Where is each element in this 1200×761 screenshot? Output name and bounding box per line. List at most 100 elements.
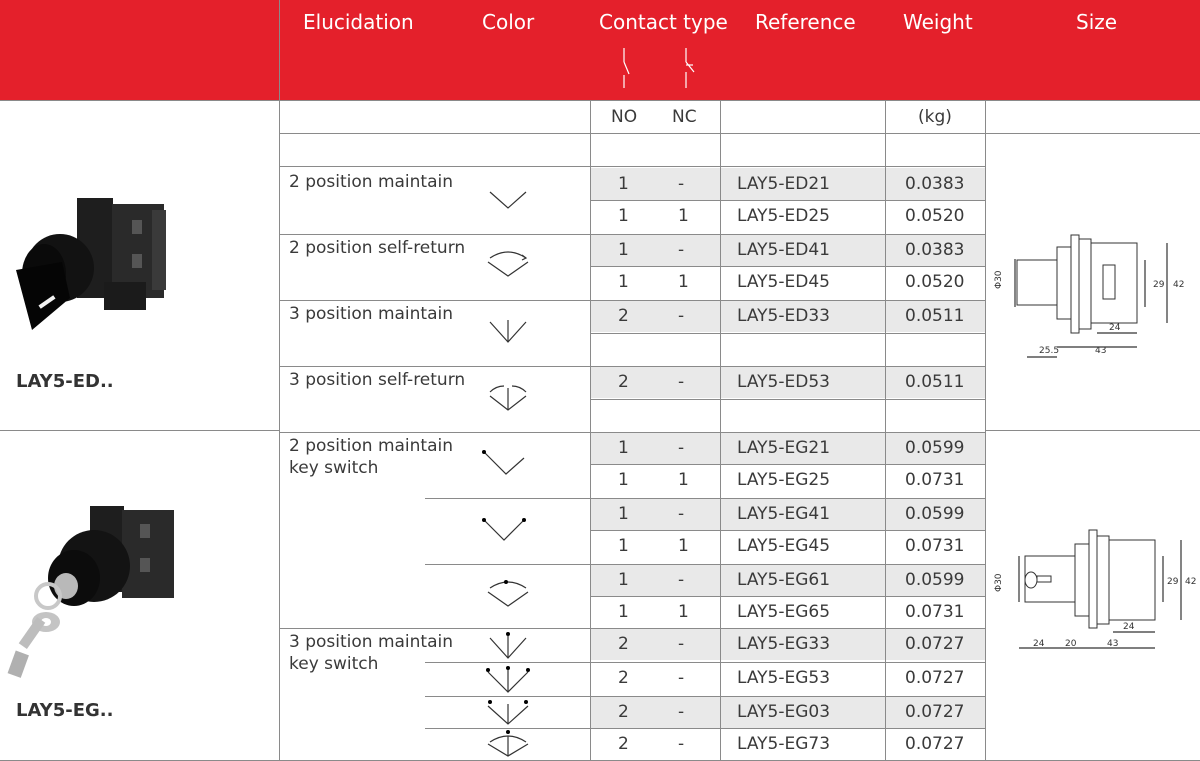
cell-nc: 1	[678, 206, 689, 226]
key-switch-image	[7, 506, 174, 678]
dimension-drawing-eg: Φ30 29 42 24 24 20 43	[994, 529, 1196, 649]
header-elucidation: Elucidation	[303, 10, 414, 34]
cell-nc: 1	[678, 470, 689, 490]
symbol-key-3pos-b-icon	[486, 666, 530, 693]
eg-dim-24b: 24	[1033, 639, 1045, 649]
symbol-2pos-maintain-icon	[489, 191, 527, 209]
grid-line	[279, 133, 1200, 134]
cell-no: 2	[618, 372, 629, 392]
eg-dim-42: 42	[1185, 577, 1196, 587]
ed-dim-dia: Φ30	[994, 270, 1004, 289]
cell-weight: 0.0599	[905, 438, 965, 458]
grid-line	[590, 333, 985, 334]
symbol-key-2pos-a-icon	[482, 450, 525, 475]
cell-no: 2	[618, 668, 629, 688]
cell-weight: 0.0731	[905, 470, 965, 490]
cell-weight: 0.0727	[905, 668, 965, 688]
cell-ref: LAY5-EG25	[737, 470, 831, 490]
cell-weight: 0.0511	[905, 372, 965, 392]
grid-line	[425, 498, 590, 499]
cell-nc: 1	[678, 536, 689, 556]
grid-line	[590, 432, 985, 433]
eg-dim-20: 20	[1065, 639, 1077, 649]
symbol-key-2pos-b-icon	[482, 518, 526, 541]
cell-ref: LAY5-ED45	[737, 272, 830, 292]
ed-dim-29: 29	[1153, 280, 1165, 290]
nc-contact-icon	[685, 48, 695, 88]
header-reference: Reference	[755, 10, 856, 34]
cell-weight: 0.0731	[905, 536, 965, 556]
grid-line	[0, 430, 279, 431]
eg-dim-29: 29	[1167, 577, 1179, 587]
header-color: Color	[482, 10, 535, 34]
ed-dim-42: 42	[1173, 280, 1184, 290]
ed-dim-43: 43	[1095, 346, 1106, 356]
cell-weight: 0.0520	[905, 206, 965, 226]
no-contact-icon	[623, 48, 630, 88]
cell-ref: LAY5-EG73	[737, 734, 831, 754]
cell-weight: 0.0599	[905, 570, 965, 590]
cell-nc: -	[678, 504, 685, 524]
cell-ref: LAY5-ED25	[737, 206, 830, 226]
cell-no: 2	[618, 306, 629, 326]
description-line: 3 position maintain	[289, 304, 454, 324]
eg-dim-dia: Φ30	[994, 573, 1004, 592]
product-label-ed: LAY5-ED..	[16, 371, 114, 392]
cell-ref: LAY5-EG61	[737, 570, 831, 590]
grid-line	[590, 266, 985, 267]
grid-line	[590, 234, 985, 235]
cell-nc: -	[678, 570, 685, 590]
grid-line	[590, 166, 985, 167]
cell-ref: LAY5-EG41	[737, 504, 831, 524]
header-contact-type: Contact type	[599, 10, 728, 34]
grid-line	[279, 166, 590, 167]
cell-weight: 0.0599	[905, 504, 965, 524]
cell-nc: -	[678, 668, 685, 688]
cell-nc: -	[678, 734, 685, 754]
grid-line	[590, 498, 985, 499]
cell-nc: 1	[678, 272, 689, 292]
cell-ref: LAY5-ED41	[737, 240, 830, 260]
grid-line	[590, 662, 985, 663]
subheader-no: NO	[611, 107, 638, 127]
cell-no: 1	[618, 470, 629, 490]
cell-no: 1	[618, 504, 629, 524]
cell-ref: LAY5-ED53	[737, 372, 830, 392]
grid-line	[279, 432, 590, 433]
cell-no: 1	[618, 174, 629, 194]
eg-dim-43: 43	[1107, 639, 1118, 649]
cell-nc: 1	[678, 602, 689, 622]
ed-dim-24: 24	[1109, 323, 1121, 333]
grid-line	[590, 696, 985, 697]
symbol-2pos-self-return-icon	[487, 251, 529, 277]
grid-line	[590, 464, 985, 465]
grid-line	[279, 366, 590, 367]
header-weight: Weight	[903, 10, 973, 34]
grid-line	[590, 596, 985, 597]
symbol-key-3pos-c-icon	[487, 700, 529, 725]
subheader-unit: (kg)	[918, 107, 952, 127]
grid-line	[985, 430, 1200, 431]
symbol-3pos-maintain-icon	[489, 320, 527, 343]
grid-line	[590, 366, 985, 367]
cell-no: 1	[618, 536, 629, 556]
ed-dim-25-5: 25.5	[1039, 346, 1059, 356]
cell-weight: 0.0383	[905, 240, 965, 260]
grid-line	[279, 628, 590, 629]
grid-line	[590, 200, 985, 201]
cell-nc: -	[678, 634, 685, 654]
grid-line	[0, 100, 1200, 101]
cell-weight: 0.0727	[905, 634, 965, 654]
description-line: 3 position self-return	[289, 370, 466, 390]
symbol-3pos-self-return-icon	[489, 385, 527, 411]
cell-no: 1	[618, 206, 629, 226]
cell-ref: LAY5-ED21	[737, 174, 830, 194]
cell-nc: -	[678, 372, 685, 392]
cell-nc: -	[678, 174, 685, 194]
cell-weight: 0.0727	[905, 734, 965, 754]
grid-line	[590, 728, 985, 729]
grid-line	[279, 300, 590, 301]
selector-switch-image	[16, 198, 166, 330]
cell-no: 2	[618, 734, 629, 754]
grid-line	[590, 564, 985, 565]
